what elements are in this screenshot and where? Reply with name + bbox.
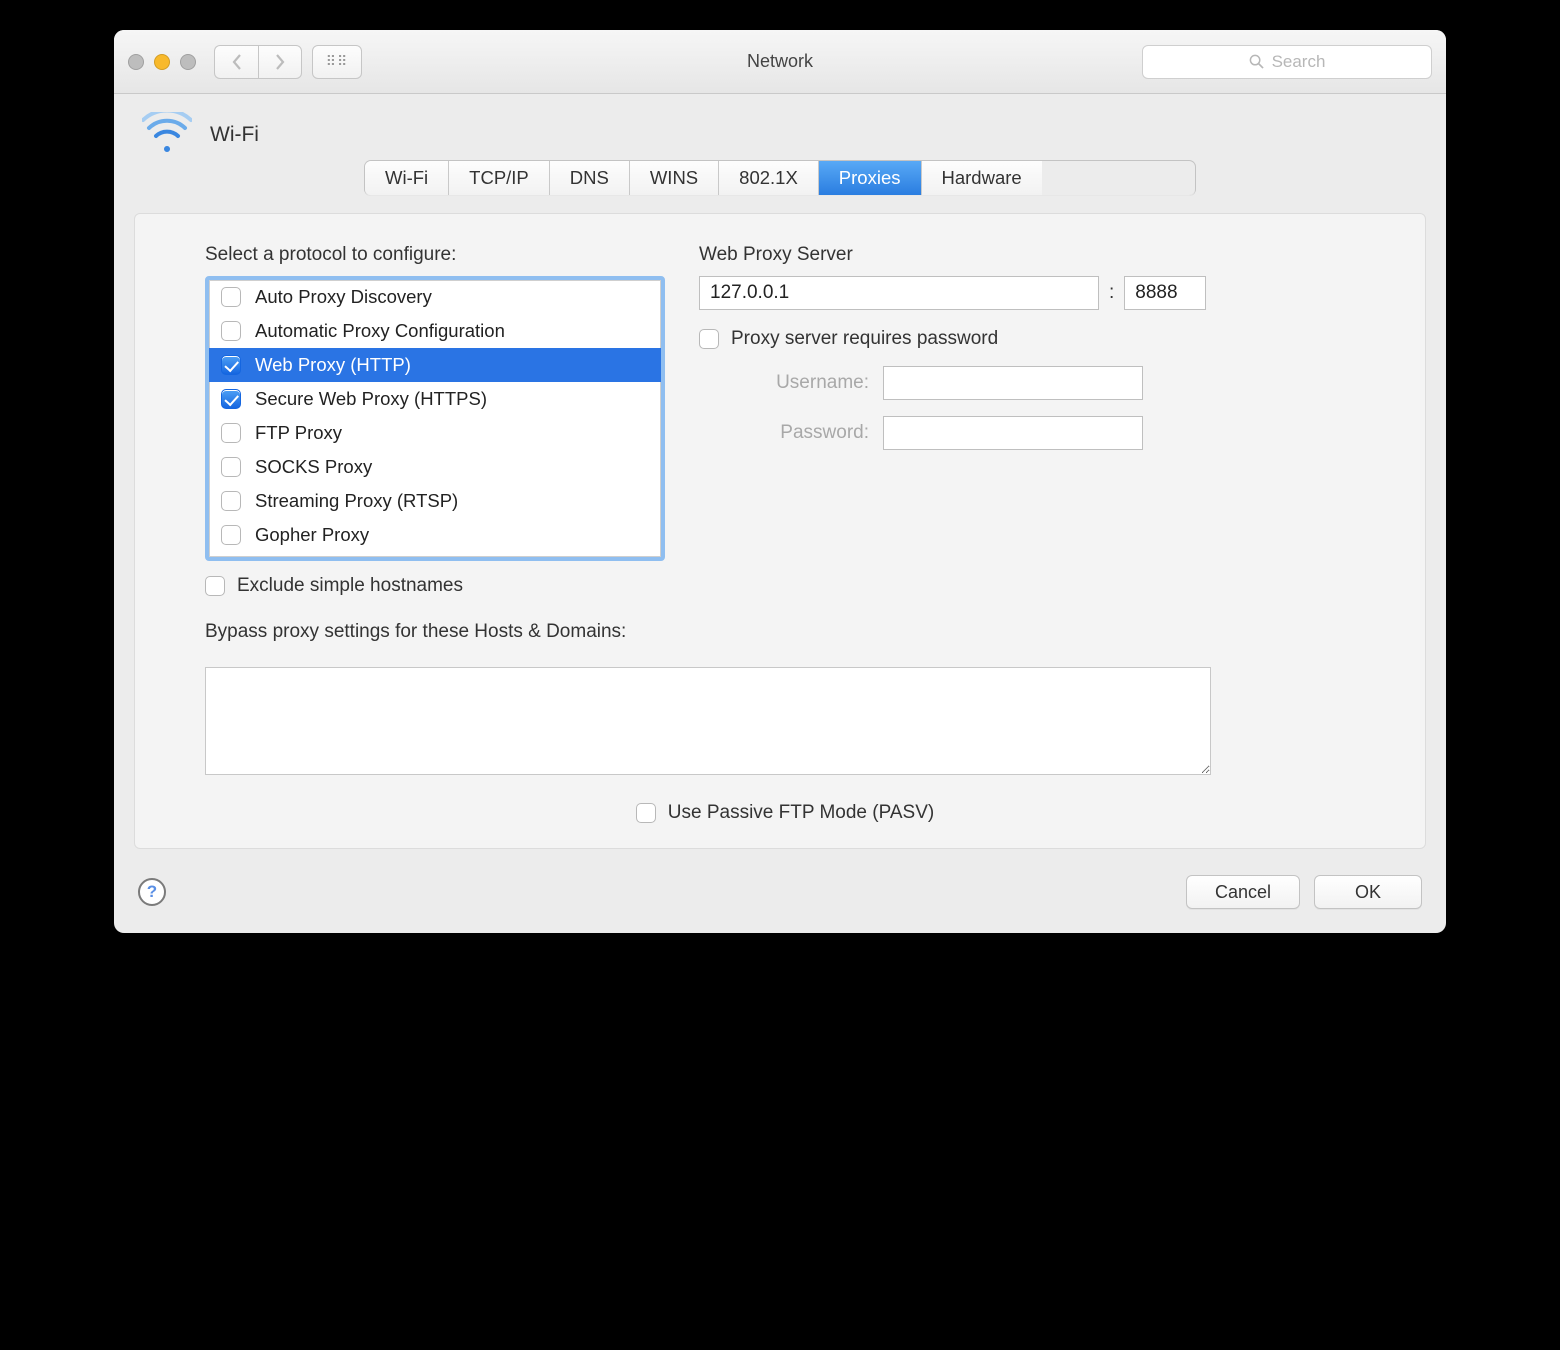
search-icon: [1249, 54, 1264, 69]
tab-proxies[interactable]: Proxies: [819, 161, 922, 195]
proxy-port-input[interactable]: [1124, 276, 1206, 310]
footer: ? Cancel OK: [114, 869, 1446, 933]
protocol-checkbox[interactable]: [221, 423, 241, 443]
protocol-checkbox[interactable]: [221, 355, 241, 375]
titlebar: ⠿⠿ Network Search: [114, 30, 1446, 94]
protocol-row[interactable]: Web Proxy (HTTP): [209, 348, 661, 382]
pasv-checkbox[interactable]: [636, 803, 656, 823]
protocol-row[interactable]: FTP Proxy: [209, 416, 661, 450]
show-all-button[interactable]: ⠿⠿: [312, 45, 362, 79]
protocol-row[interactable]: Secure Web Proxy (HTTPS): [209, 382, 661, 416]
protocol-checkbox[interactable]: [221, 525, 241, 545]
panel-header: Wi-Fi: [114, 94, 1446, 163]
wifi-icon: [142, 112, 192, 157]
cancel-button[interactable]: Cancel: [1186, 875, 1300, 909]
tab-hardware[interactable]: Hardware: [922, 161, 1042, 195]
tab-wins[interactable]: WINS: [630, 161, 719, 195]
proxy-server-label: Web Proxy Server: [699, 244, 1365, 266]
network-preferences-window: ⠿⠿ Network Search Wi-Fi Wi-FiTCP/IPDNSWI…: [114, 30, 1446, 933]
protocol-row[interactable]: Streaming Proxy (RTSP): [209, 484, 661, 518]
grid-icon: ⠿⠿: [326, 53, 349, 70]
protocol-checkbox[interactable]: [221, 321, 241, 341]
tab-8021x[interactable]: 802.1X: [719, 161, 819, 195]
protocol-label: Auto Proxy Discovery: [255, 286, 432, 308]
protocol-label: Gopher Proxy: [255, 524, 369, 546]
protocol-checkbox[interactable]: [221, 389, 241, 409]
protocol-checkbox[interactable]: [221, 287, 241, 307]
chevron-right-icon: [274, 54, 286, 70]
traffic-lights: [128, 54, 196, 70]
protocol-label: Web Proxy (HTTP): [255, 354, 411, 376]
proxy-host-input[interactable]: [699, 276, 1099, 310]
protocol-listbox[interactable]: Auto Proxy Discovery Automatic Proxy Conf…: [205, 276, 665, 561]
exclude-simple-checkbox[interactable]: [205, 576, 225, 596]
close-window-button[interactable]: [128, 54, 144, 70]
pasv-label: Use Passive FTP Mode (PASV): [668, 802, 934, 824]
protocol-checkbox[interactable]: [221, 457, 241, 477]
protocol-label: Secure Web Proxy (HTTPS): [255, 388, 487, 410]
help-button[interactable]: ?: [138, 878, 166, 906]
protocol-list-label: Select a protocol to configure:: [205, 244, 665, 266]
bypass-textarea[interactable]: [205, 667, 1211, 775]
protocol-label: SOCKS Proxy: [255, 456, 372, 478]
tab-dns[interactable]: DNS: [550, 161, 630, 195]
tab-wifi[interactable]: Wi-Fi: [365, 161, 449, 195]
search-placeholder: Search: [1272, 52, 1326, 72]
exclude-simple-label: Exclude simple hostnames: [237, 575, 463, 597]
username-input[interactable]: [883, 366, 1143, 400]
maximize-window-button[interactable]: [180, 54, 196, 70]
nav-back-forward: [214, 45, 302, 79]
panel-name: Wi-Fi: [210, 123, 259, 147]
minimize-window-button[interactable]: [154, 54, 170, 70]
requires-password-checkbox[interactable]: [699, 329, 719, 349]
ok-button[interactable]: OK: [1314, 875, 1422, 909]
protocol-row[interactable]: Gopher Proxy: [209, 518, 661, 552]
protocol-row[interactable]: Automatic Proxy Configuration: [209, 314, 661, 348]
protocol-checkbox[interactable]: [221, 491, 241, 511]
chevron-left-icon: [231, 54, 243, 70]
tab-tcpip[interactable]: TCP/IP: [449, 161, 550, 195]
password-input[interactable]: [883, 416, 1143, 450]
host-port-separator: :: [1109, 282, 1114, 304]
protocol-label: Automatic Proxy Configuration: [255, 320, 505, 342]
protocol-row[interactable]: Auto Proxy Discovery: [209, 280, 661, 314]
protocol-label: FTP Proxy: [255, 422, 342, 444]
search-input[interactable]: Search: [1142, 45, 1432, 79]
username-label: Username:: [699, 372, 869, 394]
protocol-row[interactable]: SOCKS Proxy: [209, 450, 661, 484]
password-label: Password:: [699, 422, 869, 444]
protocol-label: Streaming Proxy (RTSP): [255, 490, 458, 512]
bypass-label: Bypass proxy settings for these Hosts & …: [205, 621, 1365, 643]
tab-bar: Wi-FiTCP/IPDNSWINS802.1XProxiesHardware: [365, 161, 1195, 195]
proxies-panel: Select a protocol to configure: Auto Pro…: [134, 213, 1426, 849]
back-button[interactable]: [214, 45, 258, 79]
requires-password-label: Proxy server requires password: [731, 328, 998, 350]
forward-button[interactable]: [258, 45, 302, 79]
